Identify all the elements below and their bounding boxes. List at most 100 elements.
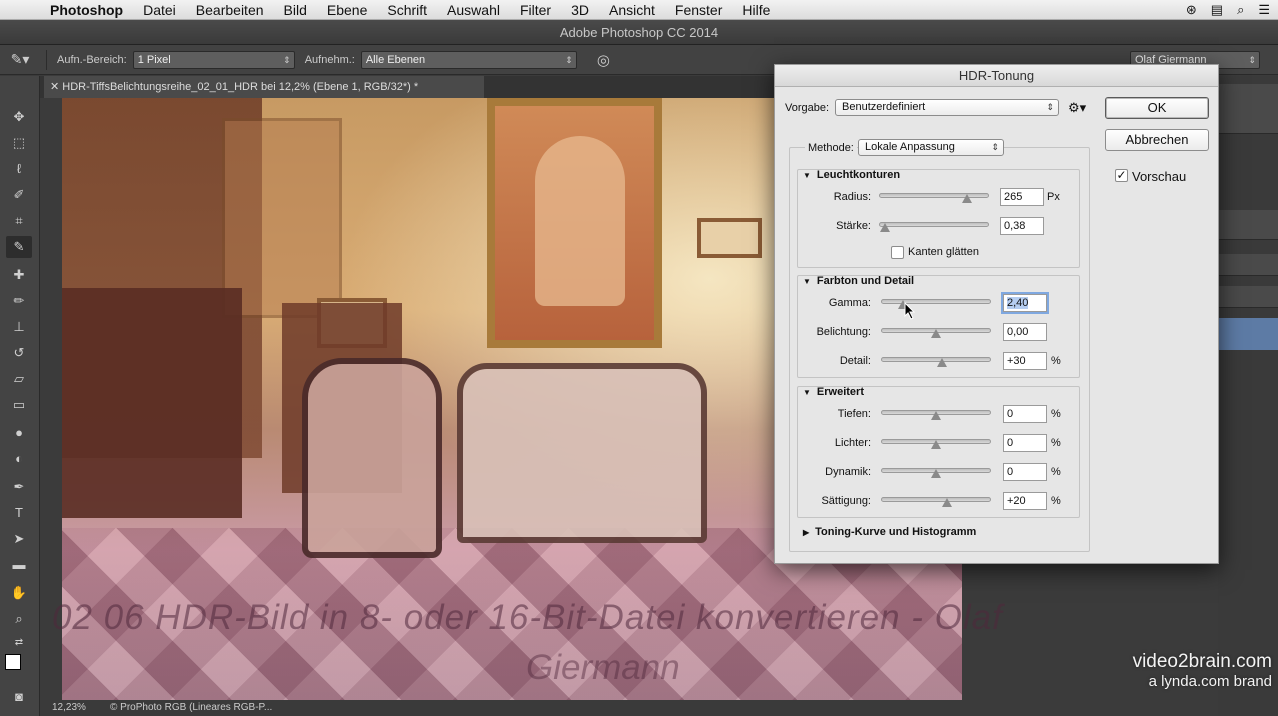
strength-slider-knob[interactable] <box>879 223 890 232</box>
marquee-tool-icon[interactable]: ⬚ <box>6 132 32 154</box>
select-arrows-icon: ⇕ <box>991 142 999 152</box>
saturation-unit: % <box>1051 495 1061 507</box>
panel-fill-row <box>1218 286 1278 308</box>
detail-label: Detail: <box>839 355 871 367</box>
eyedropper-tool-icon[interactable]: ✎ <box>6 236 32 258</box>
menu-ebene[interactable]: Ebene <box>317 2 377 18</box>
advanced-header[interactable]: ▼ Erweitert <box>803 386 864 398</box>
menu-hilfe[interactable]: Hilfe <box>732 2 780 18</box>
collapse-triangle-icon: ▼ <box>803 277 811 286</box>
move-tool-icon[interactable]: ✥ <box>6 106 32 128</box>
highlight-label: Lichter: <box>834 437 871 449</box>
healing-tool-icon[interactable]: ✚ <box>6 264 32 286</box>
swap-colors-icon[interactable]: ⇄ <box>6 632 32 654</box>
quick-mask-icon[interactable]: ◙ <box>6 686 32 708</box>
window-title: Adobe Photoshop CC 2014 <box>0 20 1278 45</box>
panel-header-top <box>1218 84 1278 134</box>
eraser-tool-icon[interactable]: ▱ <box>6 368 32 390</box>
sample-ring-icon[interactable]: ◎ <box>597 51 610 69</box>
sample-select[interactable]: Alle Ebenen <box>360 50 577 69</box>
detail-slider-knob[interactable] <box>936 358 947 367</box>
selected-layer-row[interactable] <box>1218 318 1278 350</box>
smooth-edges-checkbox[interactable] <box>891 246 904 259</box>
menu-auswahl[interactable]: Auswahl <box>437 2 510 18</box>
saturation-input[interactable]: +20 <box>1003 492 1047 510</box>
select-arrows-icon: ⇕ <box>1046 102 1054 112</box>
brush-tool-icon[interactable]: ✏ <box>6 290 32 312</box>
creative-cloud-icon[interactable]: ⊛ <box>1186 2 1197 18</box>
panel-header-layers <box>1218 210 1278 240</box>
crop-tool-icon[interactable]: ⌗ <box>6 210 32 232</box>
edge-glow-header[interactable]: ▼ Leuchtkonturen <box>803 169 900 181</box>
tone-detail-title: Farbton und Detail <box>816 275 915 287</box>
tone-detail-header[interactable]: ▼ Farbton und Detail <box>803 275 914 287</box>
document-tab[interactable]: ✕ HDR-TiffsBelichtungsreihe_02_01_HDR be… <box>44 76 484 98</box>
zoom-readout[interactable]: 12,23% <box>40 700 100 716</box>
preset-select[interactable]: Benutzerdefiniert ⇕ <box>835 99 1059 116</box>
shape-tool-icon[interactable]: ▬ <box>6 554 32 576</box>
radius-slider-knob[interactable] <box>962 194 972 203</box>
zoom-tool-icon[interactable]: ⌕ <box>6 608 32 630</box>
eyedropper-icon[interactable]: ✎▾ <box>0 51 40 68</box>
menu-filter[interactable]: Filter <box>510 2 561 18</box>
color-profile-readout[interactable]: © ProPhoto RGB (Lineares RGB-P... <box>100 700 272 716</box>
search-icon[interactable]: ⌕ <box>1237 2 1244 18</box>
panel-opacity-row <box>1218 254 1278 276</box>
exposure-input[interactable]: 0,00 <box>1003 323 1047 341</box>
preview-label: Vorschau <box>1132 169 1187 184</box>
menu-datei[interactable]: Datei <box>133 2 186 18</box>
preview-checkbox[interactable]: ✓ <box>1115 169 1128 182</box>
menu-fenster[interactable]: Fenster <box>665 2 732 18</box>
detail-input[interactable]: +30 <box>1003 352 1047 370</box>
shadow-slider-knob[interactable] <box>931 411 941 420</box>
method-select[interactable]: Lokale Anpassung ⇕ <box>858 139 1004 156</box>
stamp-tool-icon[interactable]: ⊥ <box>6 316 32 338</box>
gamma-input[interactable]: 2,40 <box>1003 294 1047 312</box>
mac-menubar: Photoshop Datei Bearbeiten Bild Ebene Sc… <box>0 0 1278 20</box>
image-figure <box>535 136 625 306</box>
type-tool-icon[interactable]: T <box>6 502 32 524</box>
saturation-slider[interactable] <box>881 497 991 502</box>
sample-size-label: Aufn.-Bereich: <box>57 53 127 66</box>
path-select-icon[interactable]: ➤ <box>6 528 32 550</box>
gradient-tool-icon[interactable]: ▭ <box>6 394 32 416</box>
history-brush-icon[interactable]: ↺ <box>6 342 32 364</box>
sample-size-select[interactable]: 1 Pixel <box>132 50 295 69</box>
menu-ansicht[interactable]: Ansicht <box>599 2 665 18</box>
shadow-input[interactable]: 0 <box>1003 405 1047 423</box>
exposure-slider-knob[interactable] <box>931 329 941 338</box>
pen-tool-icon[interactable]: ✒ <box>6 476 32 498</box>
quick-select-tool-icon[interactable]: ✐ <box>6 184 32 206</box>
saturation-slider-knob[interactable] <box>942 498 952 507</box>
ok-button[interactable]: OK <box>1105 97 1209 119</box>
menu-bild[interactable]: Bild <box>274 2 317 18</box>
vibrance-input[interactable]: 0 <box>1003 463 1047 481</box>
smooth-edges-label: Kanten glätten <box>908 246 979 258</box>
strength-slider[interactable] <box>879 222 989 227</box>
notes-icon[interactable]: ▤ <box>1211 2 1223 18</box>
menu-bearbeiten[interactable]: Bearbeiten <box>186 2 274 18</box>
close-tab-icon[interactable]: ✕ <box>50 81 59 93</box>
lasso-tool-icon[interactable]: ℓ <box>6 158 32 180</box>
dodge-tool-icon[interactable]: ◐ <box>6 448 32 470</box>
vibrance-slider-knob[interactable] <box>931 469 941 478</box>
cancel-button[interactable]: Abbrechen <box>1105 129 1209 151</box>
saturation-label: Sättigung: <box>821 495 871 507</box>
highlight-slider-knob[interactable] <box>931 440 941 449</box>
preset-gear-icon[interactable]: ⚙▾ <box>1068 100 1086 116</box>
curve-header[interactable]: ▶ Toning-Kurve und Histogramm <box>803 526 976 538</box>
highlight-input[interactable]: 0 <box>1003 434 1047 452</box>
radius-slider[interactable] <box>879 193 989 198</box>
curve-title: Toning-Kurve und Histogramm <box>815 526 977 538</box>
blur-tool-icon[interactable]: ● <box>6 422 32 444</box>
watermark-line2: Giermann <box>526 648 680 687</box>
right-panels <box>1218 76 1278 716</box>
menu-schrift[interactable]: Schrift <box>377 2 437 18</box>
menu-app[interactable]: Photoshop <box>40 2 133 18</box>
list-icon[interactable]: ☰ <box>1258 2 1270 18</box>
strength-input[interactable]: 0,38 <box>1000 217 1044 235</box>
hand-tool-icon[interactable]: ✋ <box>6 582 32 604</box>
radius-input[interactable]: 265 <box>1000 188 1044 206</box>
menu-3d[interactable]: 3D <box>561 2 599 18</box>
foreground-color-swatch[interactable] <box>5 654 21 670</box>
